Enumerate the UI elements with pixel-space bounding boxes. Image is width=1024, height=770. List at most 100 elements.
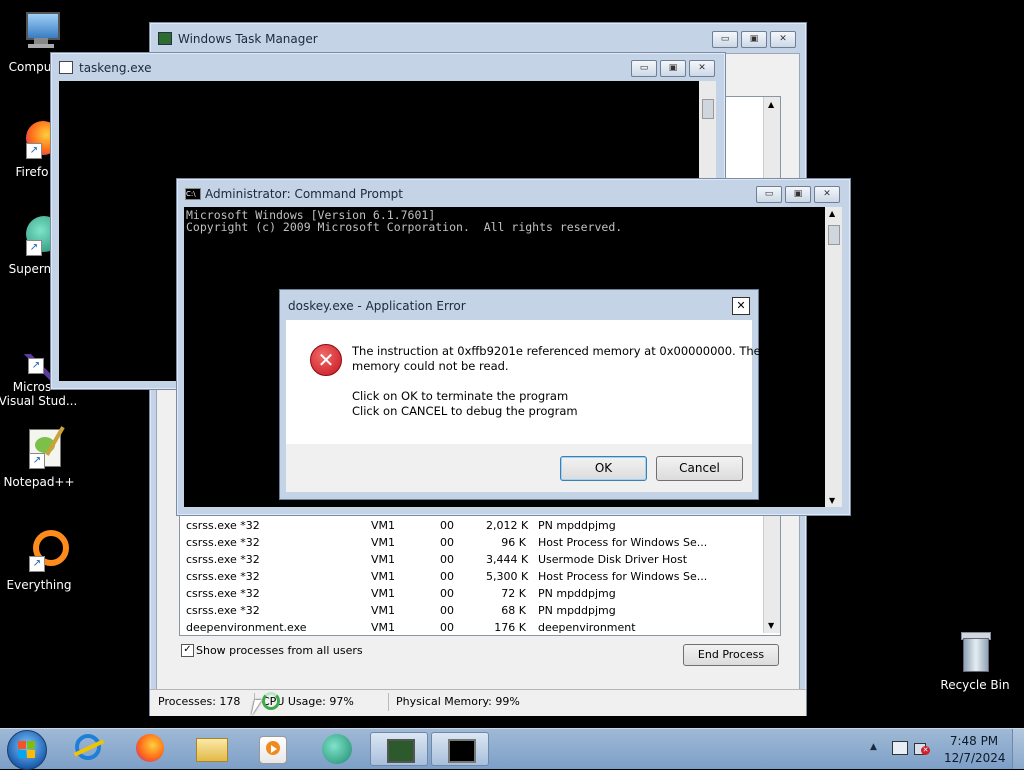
internet-explorer-icon [73, 734, 105, 760]
action-center-icon[interactable] [892, 741, 908, 755]
process-cpu: 00 [440, 604, 454, 617]
status-memory: Physical Memory: 99% [396, 695, 520, 708]
process-user: VM1 [371, 604, 396, 617]
task-manager-icon [387, 739, 415, 763]
table-row[interactable]: csrss.exe *32 VM1 00 72 K PN mpddpjmg [180, 585, 780, 602]
clock-time[interactable]: 7:48 PM [944, 734, 1004, 748]
taskbar-superm[interactable] [310, 732, 364, 766]
process-cpu: 00 [440, 587, 454, 600]
computer-icon [12, 10, 60, 58]
cancel-button[interactable]: Cancel [656, 456, 743, 481]
window-title: Windows Task Manager [178, 32, 318, 46]
status-processes: Processes: 178 [158, 695, 241, 708]
minimize-button[interactable]: ▭ [712, 31, 738, 48]
process-cpu: 00 [440, 570, 454, 583]
process-user: VM1 [371, 553, 396, 566]
window-title: taskeng.exe [79, 61, 152, 75]
scroll-thumb[interactable] [702, 99, 714, 119]
process-desc: Host Process for Windows Se... [538, 570, 708, 583]
desktop-icon-label-line2: Visual Stud... [0, 394, 78, 408]
close-button[interactable]: ✕ [814, 186, 840, 203]
start-button[interactable] [7, 730, 47, 770]
table-row[interactable]: deepenvironment.exe VM1 00 176 K deepenv… [180, 619, 780, 636]
scroll-down-arrow-icon[interactable]: ▼ [829, 496, 835, 505]
dialog-body: ✕ The instruction at 0xffb9201e referenc… [286, 320, 761, 444]
process-name: csrss.exe *32 [186, 519, 260, 532]
error-message-line: Click on CANCEL to debug the program [352, 404, 578, 418]
process-desc: PN mpddpjmg [538, 519, 616, 532]
scroll-up-arrow-icon[interactable]: ▲ [829, 209, 835, 218]
desktop-icon-recycle-bin[interactable]: Recycle Bin [935, 628, 1015, 692]
table-row[interactable]: csrss.exe *32 VM1 00 96 K Host Process f… [180, 534, 780, 551]
error-message-line: Click on OK to terminate the program [352, 389, 569, 403]
busy-spinner-icon [262, 692, 280, 710]
superm-icon [322, 734, 352, 764]
clock-date[interactable]: 12/7/2024 [944, 751, 1006, 765]
console-line: Copyright (c) 2009 Microsoft Corporation… [186, 220, 623, 234]
process-cpu: 00 [440, 553, 454, 566]
process-mem: 5,300 K [486, 570, 529, 583]
table-row[interactable]: csrss.exe *32 VM1 00 2,012 K PN mpddpjmg [180, 517, 780, 534]
dialog-close-button[interactable]: ✕ [732, 297, 750, 315]
process-name: csrss.exe *32 [186, 536, 260, 549]
network-error-icon[interactable]: ✕ [914, 741, 930, 755]
table-row[interactable]: csrss.exe *32 VM1 00 3,444 K Usermode Di… [180, 551, 780, 568]
process-mem: 3,444 K [486, 553, 529, 566]
console-app-icon [59, 61, 73, 74]
error-message-line: memory could not be read. [352, 359, 509, 373]
close-button[interactable]: ✕ [770, 31, 796, 48]
desktop-icon-everything[interactable]: ↗ Everything [0, 528, 79, 592]
ok-button[interactable]: OK [560, 456, 647, 481]
close-button[interactable]: ✕ [689, 60, 715, 77]
minimize-button[interactable]: ▭ [631, 60, 657, 77]
taskbar-explorer[interactable] [184, 732, 238, 766]
taskbar-task-manager[interactable] [370, 732, 428, 766]
everything-icon: ↗ [15, 528, 69, 576]
scroll-thumb[interactable] [828, 225, 840, 245]
taskbar-firefox[interactable] [123, 732, 177, 766]
scroll-up-arrow-icon[interactable]: ▲ [768, 100, 774, 109]
taskbar-ie[interactable] [62, 732, 116, 766]
cmd-app-icon: C:\ [185, 188, 201, 200]
error-icon: ✕ [310, 344, 342, 376]
cmd-scrollbar[interactable]: ▲ ▼ [825, 207, 842, 507]
process-mem: 176 K [494, 621, 526, 634]
dialog-title: doskey.exe - Application Error [288, 299, 466, 313]
desktop-icon-notepadpp[interactable]: ↗ Notepad++ [0, 425, 79, 489]
show-all-users-label: Show processes from all users [196, 644, 363, 657]
notepadpp-icon: ↗ [15, 425, 65, 473]
process-cpu: 00 [440, 621, 454, 634]
windows-logo-icon [18, 741, 36, 759]
process-cpu: 00 [440, 536, 454, 549]
desktop-icon-label: Firefo [15, 165, 49, 179]
error-dialog: doskey.exe - Application Error ✕ ✕ The i… [279, 289, 761, 500]
table-row[interactable]: csrss.exe *32 VM1 00 68 K PN mpddpjmg [180, 602, 780, 619]
shortcut-arrow-icon: ↗ [29, 453, 45, 469]
process-name: csrss.exe *32 [186, 570, 260, 583]
taskbar-media-player[interactable] [245, 732, 299, 766]
tray-expand-arrow-icon[interactable]: ▲ [870, 742, 877, 752]
desktop-icon-label: Everything [6, 578, 72, 592]
show-desktop-button[interactable] [1012, 729, 1024, 769]
taskbar-cmd[interactable] [431, 732, 489, 766]
process-desc: Host Process for Windows Se... [538, 536, 708, 549]
process-mem: 96 K [501, 536, 526, 549]
shortcut-arrow-icon: ↗ [29, 556, 45, 572]
maximize-button[interactable]: ▣ [660, 60, 686, 77]
minimize-button[interactable]: ▭ [756, 186, 782, 203]
recycle-bin-icon [951, 628, 999, 676]
show-all-users-checkbox[interactable]: ✓ [181, 644, 194, 657]
process-mem: 72 K [501, 587, 526, 600]
desktop-icon-label: Recycle Bin [940, 678, 1010, 692]
end-process-button[interactable]: End Process [683, 644, 779, 666]
window-title: Administrator: Command Prompt [205, 187, 403, 201]
maximize-button[interactable]: ▣ [741, 31, 767, 48]
process-mem: 2,012 K [486, 519, 529, 532]
process-mem: 68 K [501, 604, 526, 617]
desktop-icon-label: Notepad++ [3, 475, 75, 489]
dialog-button-bar: OK Cancel [286, 444, 752, 492]
maximize-button[interactable]: ▣ [785, 186, 811, 203]
folder-icon [196, 738, 228, 762]
table-row[interactable]: csrss.exe *32 VM1 00 5,300 K Host Proces… [180, 568, 780, 585]
desktop-icon-label: Compu [8, 60, 52, 74]
